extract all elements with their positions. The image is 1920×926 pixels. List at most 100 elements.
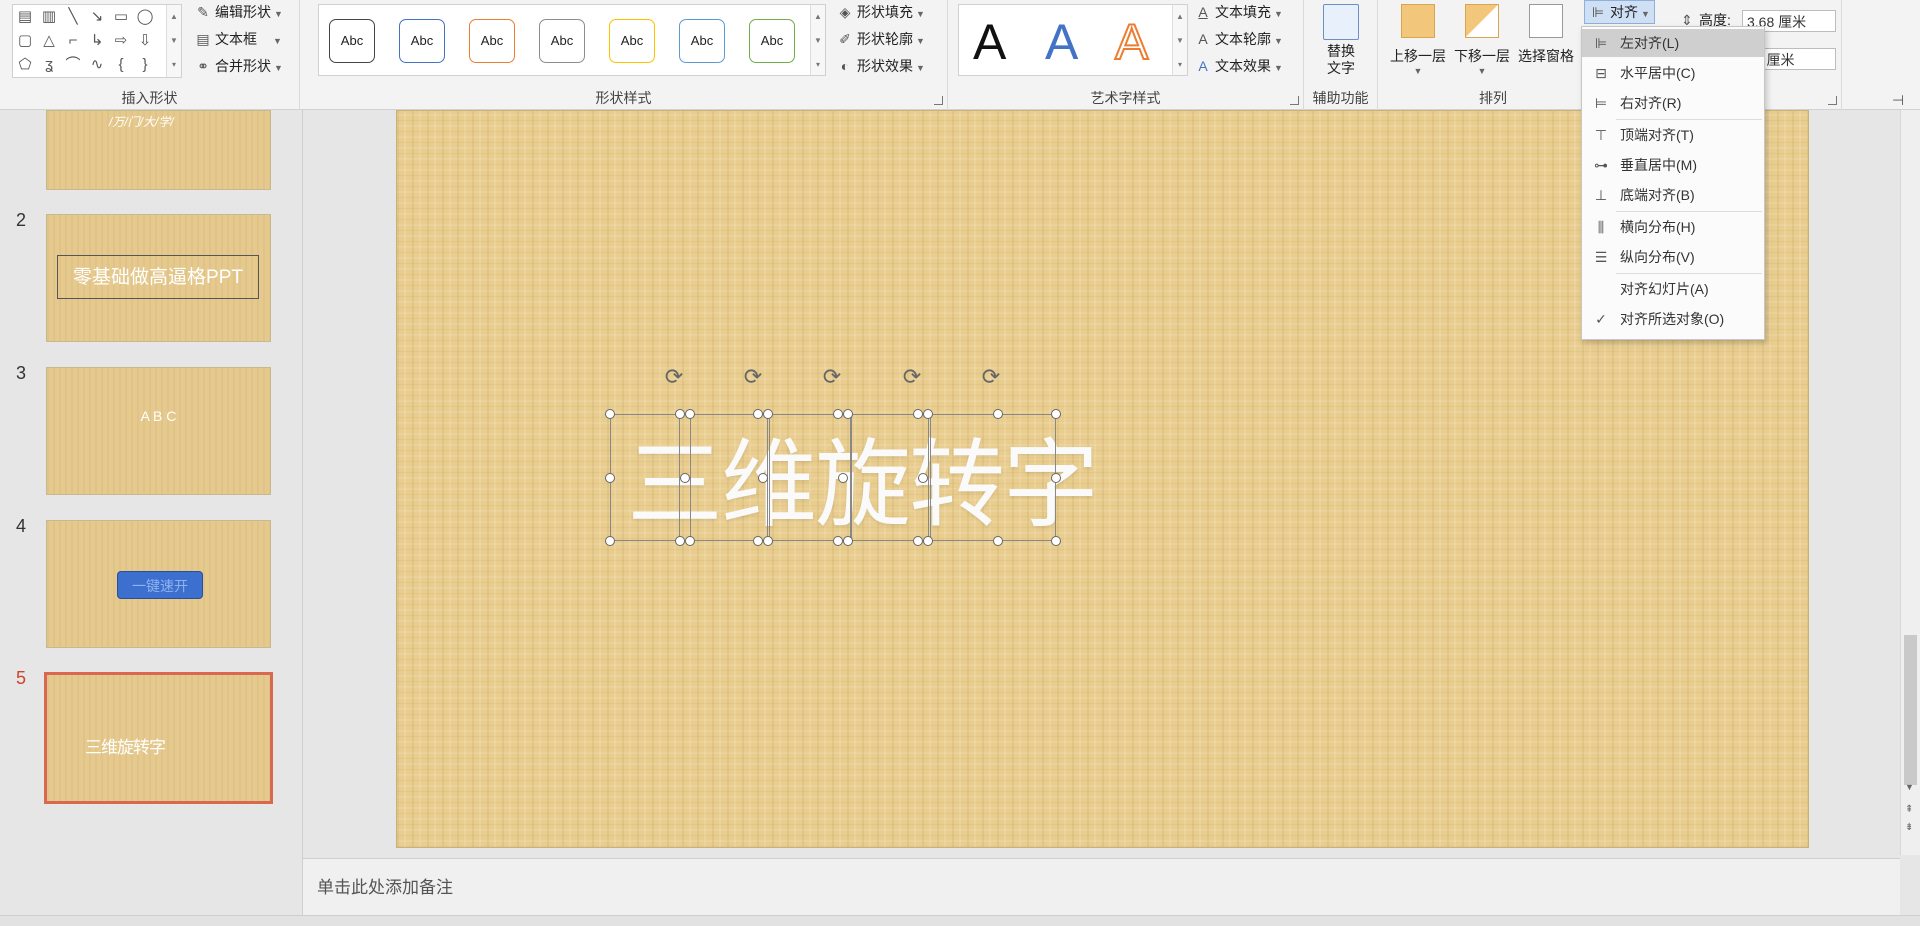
pin-ribbon-icon[interactable]: ⊣ <box>1892 92 1904 109</box>
resize-handle[interactable] <box>833 536 843 546</box>
menu-item-align-top[interactable]: ⊤ 顶端对齐(T) <box>1582 121 1764 149</box>
notes-pane[interactable]: 单击此处添加备注 <box>303 858 1900 916</box>
scroll-down-icon[interactable]: ▼ <box>167 29 181 53</box>
freeform-shape-icon[interactable]: ⬠ <box>15 55 35 75</box>
previous-slide-icon[interactable]: ⇞ <box>1905 804 1913 815</box>
resize-handle[interactable] <box>605 473 615 483</box>
oval-shape-icon[interactable]: ◯ <box>135 7 155 27</box>
shape-style-sample[interactable]: Abc <box>609 19 655 63</box>
resize-handle[interactable] <box>843 536 853 546</box>
shape-style-sample[interactable]: Abc <box>329 19 375 63</box>
shape-style-sample[interactable]: Abc <box>749 19 795 63</box>
rotate-handle-icon[interactable]: ⟳ <box>820 366 844 388</box>
slide-thumbnail-5-selected[interactable]: 三维旋转字 <box>44 672 273 804</box>
resize-handle[interactable] <box>753 536 763 546</box>
resize-handle[interactable] <box>833 409 843 419</box>
down-arrow-shape-icon[interactable]: ⇩ <box>135 31 155 51</box>
wordart-gallery[interactable]: A A A ▲ ▼ ▾ <box>958 4 1188 76</box>
gallery-more-icon[interactable]: ▾ <box>167 53 181 77</box>
shape-style-gallery-scroll[interactable]: ▲ ▼ ▾ <box>810 5 825 75</box>
menu-item-align-right[interactable]: ⊨ 右对齐(R) <box>1582 89 1764 117</box>
dialog-launcher-icon[interactable] <box>1828 96 1837 105</box>
shape-style-sample[interactable]: Abc <box>469 19 515 63</box>
menu-item-align-middle[interactable]: ⊶ 垂直居中(M) <box>1582 151 1764 179</box>
menu-item-align-left[interactable]: ⊫ 左对齐(L) <box>1582 29 1764 57</box>
rotate-handle-icon[interactable]: ⟳ <box>979 366 1003 388</box>
resize-handle[interactable] <box>918 473 928 483</box>
merge-shapes-button[interactable]: ⚭ 合并形状 ▼ <box>194 54 283 78</box>
rotate-handle-icon[interactable]: ⟳ <box>741 366 765 388</box>
bring-forward-button[interactable]: 上移一层 ▼ <box>1386 4 1450 76</box>
wordart-sample-orange[interactable]: A <box>1114 11 1149 73</box>
slide-thumbnail-4[interactable]: 一键速开 <box>46 520 271 648</box>
arc-shape-icon[interactable]: ⌒ <box>63 55 83 75</box>
shape-style-gallery[interactable]: Abc Abc Abc Abc Abc Abc Abc ▲ ▼ ▾ <box>318 4 826 76</box>
scroll-up-icon[interactable]: ▲ <box>1173 5 1187 29</box>
arrow-line-shape-icon[interactable]: ↘ <box>87 7 107 27</box>
curve-shape-icon[interactable]: ∿ <box>87 55 107 75</box>
edit-shape-button[interactable]: ✎ 编辑形状 ▼ <box>194 0 283 24</box>
resize-handle[interactable] <box>685 409 695 419</box>
resize-handle[interactable] <box>923 536 933 546</box>
shape-fill-button[interactable]: ◈ 形状填充 ▼ <box>836 0 925 24</box>
triangle-shape-icon[interactable]: △ <box>39 31 59 51</box>
scroll-down-icon[interactable]: ▼ <box>811 29 825 53</box>
text-box-button[interactable]: ▤ 文本框 ▼ <box>194 27 282 51</box>
dialog-launcher-icon[interactable] <box>1290 96 1299 105</box>
shape-gallery[interactable]: ▤ ▥ ╲ ↘ ▭ ◯ ▢ △ ⌐ ↳ ⇨ ⇩ ⬠ ʓ ⌒ ∿ { } ▲ ▼ … <box>12 4 182 78</box>
resize-handle[interactable] <box>913 536 923 546</box>
menu-item-align-selected-objects[interactable]: ✓ 对齐所选对象(O) <box>1582 305 1764 333</box>
gallery-more-icon[interactable]: ▾ <box>1173 53 1187 77</box>
rotate-handle-icon[interactable]: ⟳ <box>662 366 686 388</box>
resize-handle[interactable] <box>1051 409 1061 419</box>
resize-handle[interactable] <box>843 409 853 419</box>
scroll-down-icon[interactable]: ▼ <box>1905 782 1914 792</box>
resize-handle[interactable] <box>1051 473 1061 483</box>
align-button[interactable]: ⊫ 对齐 ▼ <box>1584 0 1655 24</box>
elbow-connector-shape-icon[interactable]: ⌐ <box>63 31 83 51</box>
vertical-scrollbar[interactable]: ▼ ⇞ ⇟ <box>1900 110 1920 855</box>
shape-style-sample[interactable]: Abc <box>539 19 585 63</box>
resize-handle[interactable] <box>913 409 923 419</box>
dialog-launcher-icon[interactable] <box>934 96 943 105</box>
rotate-handle-icon[interactable]: ⟳ <box>900 366 924 388</box>
slide-thumbnail-1[interactable]: /万/门/大/学/ <box>46 110 271 190</box>
resize-handle[interactable] <box>763 536 773 546</box>
resize-handle[interactable] <box>675 409 685 419</box>
menu-item-align-center[interactable]: ⊟ 水平居中(C) <box>1582 59 1764 87</box>
shape-outline-button[interactable]: ✐ 形状轮廓 ▼ <box>836 27 925 51</box>
scroll-up-icon[interactable]: ▲ <box>167 5 181 29</box>
menu-item-distribute-horizontal[interactable]: ⫼ 横向分布(H) <box>1582 213 1764 241</box>
textbox-shape-icon[interactable]: ▤ <box>15 7 35 27</box>
rounded-rectangle-shape-icon[interactable]: ▢ <box>15 31 35 51</box>
block-arrow-shape-icon[interactable]: ⇨ <box>111 31 131 51</box>
text-outline-button[interactable]: A 文本轮廓 ▼ <box>1194 27 1283 51</box>
brace-right-shape-icon[interactable]: } <box>135 55 155 75</box>
next-slide-icon[interactable]: ⇟ <box>1905 822 1913 833</box>
wordart-gallery-scroll[interactable]: ▲ ▼ ▾ <box>1172 5 1187 75</box>
resize-handle[interactable] <box>605 536 615 546</box>
shape-style-sample[interactable]: Abc <box>679 19 725 63</box>
line-shape-icon[interactable]: ╲ <box>63 7 83 27</box>
menu-item-align-to-slide[interactable]: 对齐幻灯片(A) <box>1582 275 1764 303</box>
vertical-textbox-shape-icon[interactable]: ▥ <box>39 7 59 27</box>
alt-text-button[interactable]: 替换 文字 <box>1312 4 1370 77</box>
shape-style-sample[interactable]: Abc <box>399 19 445 63</box>
brace-left-shape-icon[interactable]: { <box>111 55 131 75</box>
resize-handle[interactable] <box>993 536 1003 546</box>
elbow-arrow-shape-icon[interactable]: ↳ <box>87 31 107 51</box>
wordart-sample-blue[interactable]: A <box>1045 11 1078 73</box>
send-backward-button[interactable]: 下移一层 ▼ <box>1450 4 1514 76</box>
text-fill-button[interactable]: A 文本填充 ▼ <box>1194 0 1283 24</box>
resize-handle[interactable] <box>753 409 763 419</box>
resize-handle[interactable] <box>1051 536 1061 546</box>
gallery-more-icon[interactable]: ▾ <box>811 53 825 77</box>
resize-handle[interactable] <box>758 473 768 483</box>
resize-handle[interactable] <box>838 473 848 483</box>
slide-thumbnail-3[interactable]: A B C <box>46 367 271 495</box>
wordart-sample-black[interactable]: A <box>973 11 1006 73</box>
resize-handle[interactable] <box>763 409 773 419</box>
resize-handle[interactable] <box>680 473 690 483</box>
resize-handle[interactable] <box>993 409 1003 419</box>
slide-thumbnail-2[interactable]: 零基础做高逼格PPT <box>46 214 271 342</box>
